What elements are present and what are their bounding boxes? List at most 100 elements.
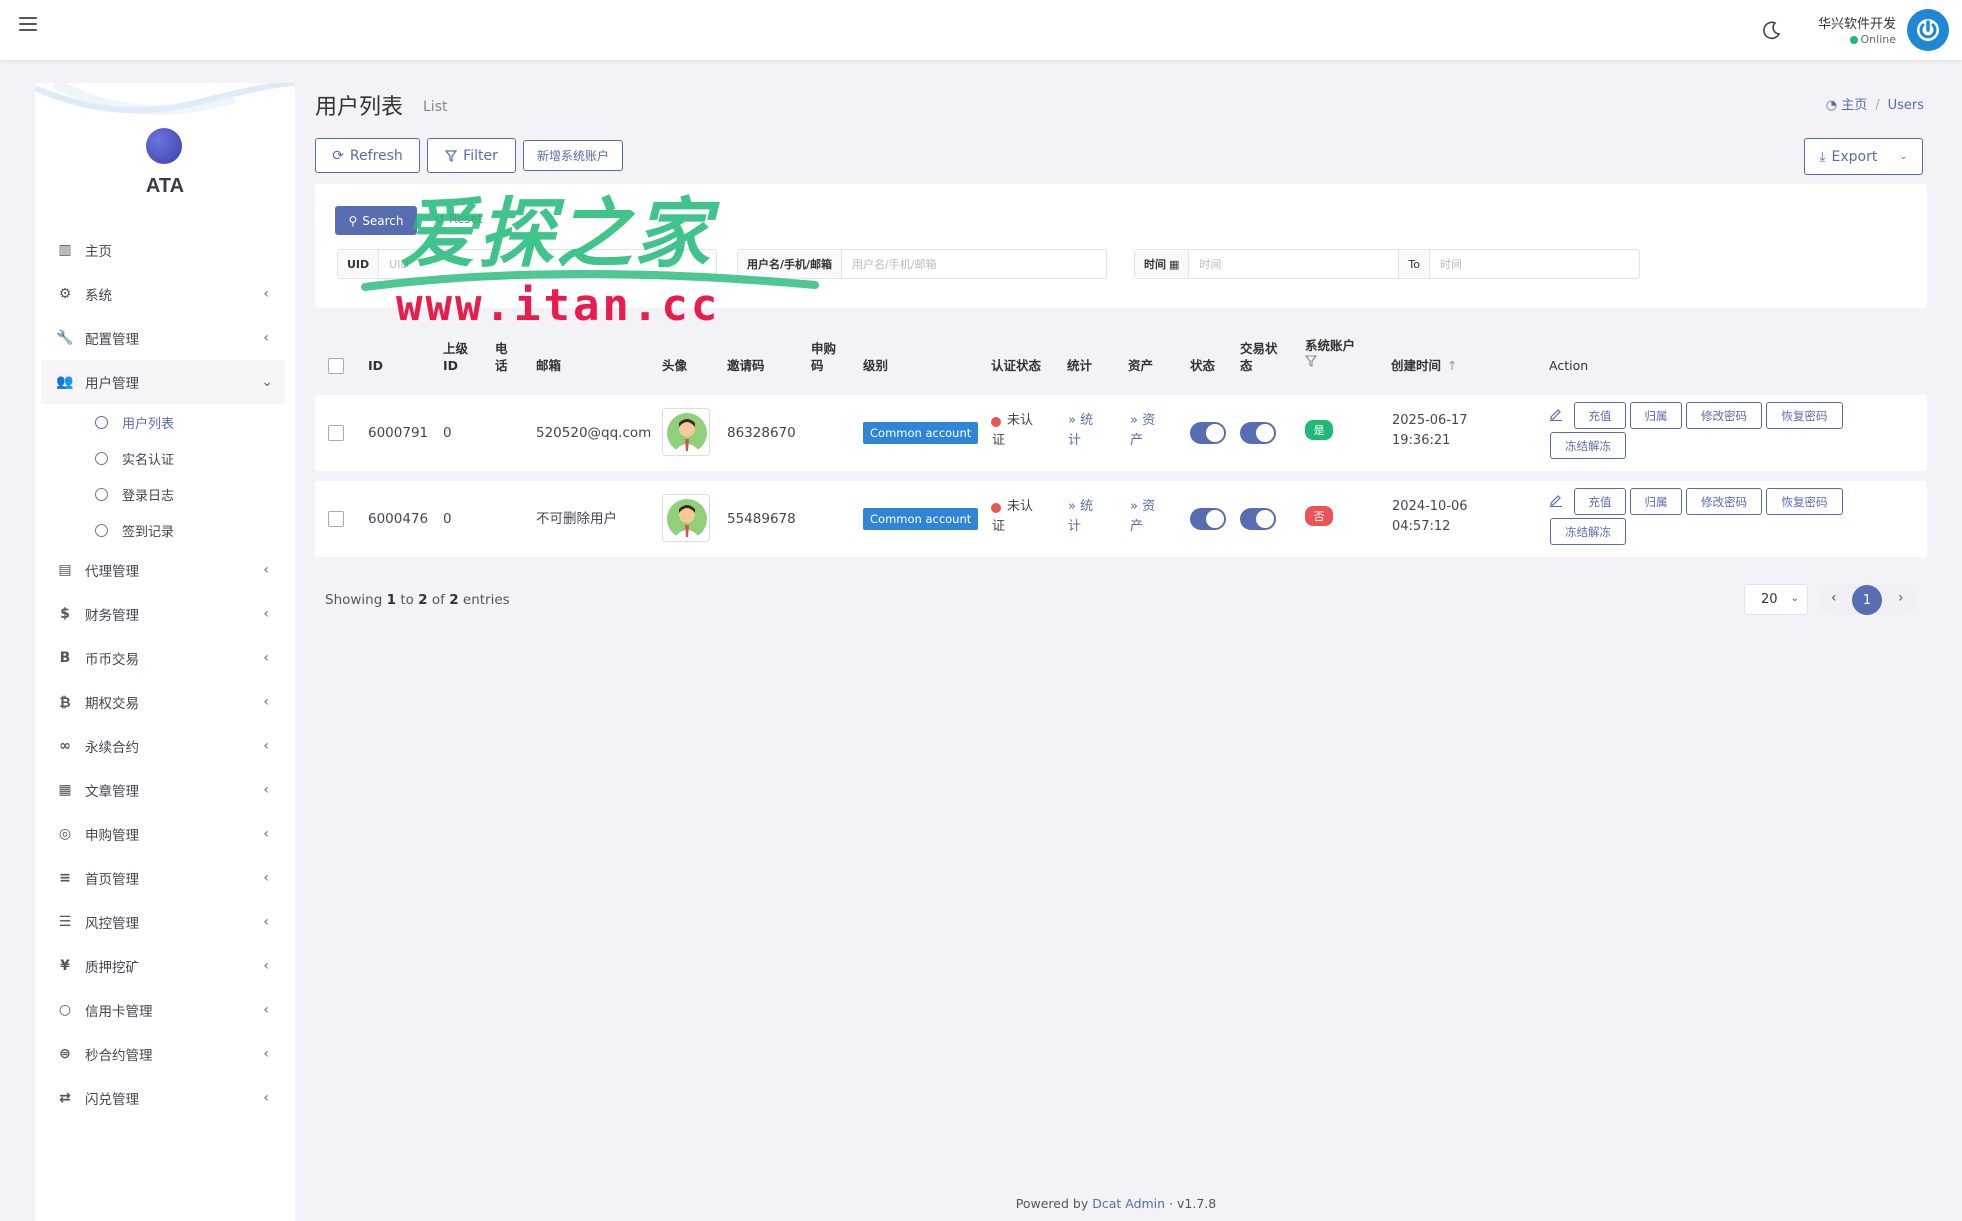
status-toggle[interactable] (1190, 422, 1226, 444)
add-system-account-button[interactable]: 新增系统账户 (523, 140, 623, 171)
sidebar-item-4[interactable]: ▤ 代理管理 ‹ (35, 548, 295, 592)
trade-status-toggle[interactable] (1240, 422, 1276, 444)
sidebar-item-7[interactable]: ₿ 期权交易 ‹ (35, 680, 295, 724)
column-filter-icon[interactable] (1304, 355, 1318, 367)
assets-line-1: » 资 (1130, 499, 1156, 514)
sidebar-item-label: 期权交易 (85, 696, 139, 712)
th-trade-status-2: 态 (1240, 358, 1253, 373)
freeze-button[interactable]: 冻结解冻 (1550, 518, 1626, 545)
sidebar-item-15[interactable]: ⊜ 秒合约管理 ‹ (35, 1032, 295, 1076)
th-phone[interactable]: 电话 (495, 340, 508, 374)
brand[interactable]: ATA (35, 83, 295, 213)
recharge-button[interactable]: 充值 (1574, 488, 1626, 515)
export-button[interactable]: ⤓ Export ⌄ (1804, 138, 1923, 175)
th-stats[interactable]: 统计 (1067, 357, 1092, 374)
freeze-button[interactable]: 冻结解冻 (1550, 432, 1626, 459)
edit-icon[interactable] (1549, 493, 1563, 507)
sidebar-item-3[interactable]: 👥 用户管理 ⌄ (41, 360, 285, 404)
user-name[interactable]: 华兴软件开发 (1818, 13, 1896, 32)
th-id[interactable]: ID (368, 357, 383, 374)
time-from-input[interactable]: 时间 (1189, 250, 1400, 278)
sidebar-item-13[interactable]: ¥ 质押挖矿 ‹ (35, 944, 295, 988)
chevron-left-icon: ‹ (263, 958, 269, 974)
reset-password-button[interactable]: 恢复密码 (1766, 488, 1843, 515)
sidebar-item-12[interactable]: ☰ 风控管理 ‹ (35, 900, 295, 944)
sidebar-item-2[interactable]: 🔧 配置管理 ‹ (35, 316, 295, 360)
filter-button[interactable]: Filter (427, 138, 516, 173)
th-system-account[interactable]: 系统账户 (1304, 337, 1355, 371)
footer-version: v1.7.8 (1177, 1196, 1217, 1211)
chevron-left-icon: ‹ (263, 606, 269, 622)
recharge-button[interactable]: 充值 (1574, 402, 1626, 429)
th-invite[interactable]: 邀请码 (727, 357, 765, 374)
th-auth[interactable]: 认证状态 (991, 357, 1041, 374)
refresh-button[interactable]: ⟳ Refresh (315, 138, 420, 173)
sidebar-item-0[interactable]: ▥ 主页 (35, 228, 295, 272)
sidebar-item-11[interactable]: ≡ 首页管理 ‹ (35, 856, 295, 900)
sidebar-item-label: 财务管理 (85, 608, 139, 624)
menu-toggle-icon[interactable] (19, 17, 37, 35)
stats-link[interactable]: » 统计 (1068, 411, 1093, 451)
th-assets[interactable]: 资产 (1128, 357, 1153, 374)
sidebar-item-5[interactable]: $ 财务管理 ‹ (35, 592, 295, 636)
sort-up-icon[interactable]: ↑ (1447, 358, 1457, 373)
search-button[interactable]: ⚲ Search (335, 206, 417, 235)
sidebar-item-16[interactable]: ⇄ 闪兑管理 ‹ (35, 1076, 295, 1120)
moon-icon[interactable] (1762, 20, 1782, 40)
reset-button[interactable]: ↺ Reset (435, 212, 483, 226)
breadcrumb-home[interactable]: 主页 (1841, 98, 1867, 113)
sidebar-subitem-3[interactable]: 签到记录 (35, 512, 295, 548)
next-page-icon[interactable]: › (1898, 590, 1904, 606)
sidebar-item-10[interactable]: ◎ 申购管理 ‹ (35, 812, 295, 856)
edit-icon[interactable] (1549, 407, 1563, 421)
th-status[interactable]: 状态 (1190, 357, 1215, 374)
power-icon (1917, 19, 1939, 41)
calendar-icon: ▦ (1169, 257, 1180, 271)
trade-status-toggle[interactable] (1240, 508, 1276, 530)
th-trade-status[interactable]: 交易状态 (1240, 340, 1278, 374)
current-page[interactable]: 1 (1852, 585, 1882, 615)
sidebar-item-6[interactable]: B 币币交易 ‹ (35, 636, 295, 680)
to-label: To (1399, 250, 1430, 278)
reset-password-button[interactable]: 恢复密码 (1766, 402, 1843, 429)
assets-link[interactable]: » 资产 (1130, 411, 1155, 451)
th-email[interactable]: 邮箱 (536, 357, 561, 374)
row-checkbox[interactable] (328, 425, 344, 441)
chevron-left-icon: ‹ (263, 870, 269, 886)
sidebar-subitem-2[interactable]: 登录日志 (35, 476, 295, 512)
change-password-button[interactable]: 修改密码 (1686, 402, 1762, 429)
filter-icon (445, 149, 458, 162)
sidebar-subitem-1[interactable]: 实名认证 (35, 440, 295, 476)
th-apply[interactable]: 申购码 (811, 340, 836, 374)
assets-link[interactable]: » 资产 (1130, 497, 1155, 537)
footer: Powered by Dcat Admin · v1.7.8 (0, 1196, 1962, 1211)
chevron-left-icon: ‹ (263, 1090, 269, 1106)
status-toggle[interactable] (1190, 508, 1226, 530)
th-level[interactable]: 级别 (863, 357, 888, 374)
th-created[interactable]: 创建时间 ↑ (1391, 357, 1458, 374)
user-filter-input[interactable]: 用户名/手机/邮箱 (842, 250, 1106, 278)
page-size-select[interactable]: 20 ⌄ (1744, 584, 1808, 615)
sidebar-subitem-0[interactable]: 用户列表 (35, 404, 295, 440)
select-all-checkbox[interactable] (328, 358, 344, 374)
system-account-badge: 是 (1305, 420, 1333, 440)
sidebar-item-14[interactable]: ○ 信用卡管理 ‹ (35, 988, 295, 1032)
uid-input[interactable]: UID (379, 250, 716, 278)
coins-icon: ⊜ (59, 1046, 71, 1062)
sidebar-item-9[interactable]: ▦ 文章管理 ‹ (35, 768, 295, 812)
change-password-button[interactable]: 修改密码 (1686, 488, 1762, 515)
stats-link[interactable]: » 统计 (1068, 497, 1093, 537)
row-checkbox[interactable] (328, 511, 344, 527)
sidebar-item-8[interactable]: ∞ 永续合约 ‹ (35, 724, 295, 768)
belong-button[interactable]: 归属 (1630, 488, 1682, 515)
user-avatar[interactable] (1907, 9, 1949, 51)
sidebar-item-1[interactable]: ⚙ 系统 ‹ (35, 272, 295, 316)
time-to-input[interactable]: 时间 (1430, 250, 1639, 278)
prev-page-icon[interactable]: ‹ (1831, 590, 1837, 606)
belong-button[interactable]: 归属 (1630, 402, 1682, 429)
exchange-icon: ⇄ (59, 1090, 71, 1106)
breadcrumb-current[interactable]: Users (1888, 98, 1924, 113)
footer-brand-link[interactable]: Dcat Admin (1092, 1196, 1165, 1211)
th-parent-id[interactable]: 上级 ID (443, 340, 468, 374)
th-avatar[interactable]: 头像 (662, 357, 687, 374)
